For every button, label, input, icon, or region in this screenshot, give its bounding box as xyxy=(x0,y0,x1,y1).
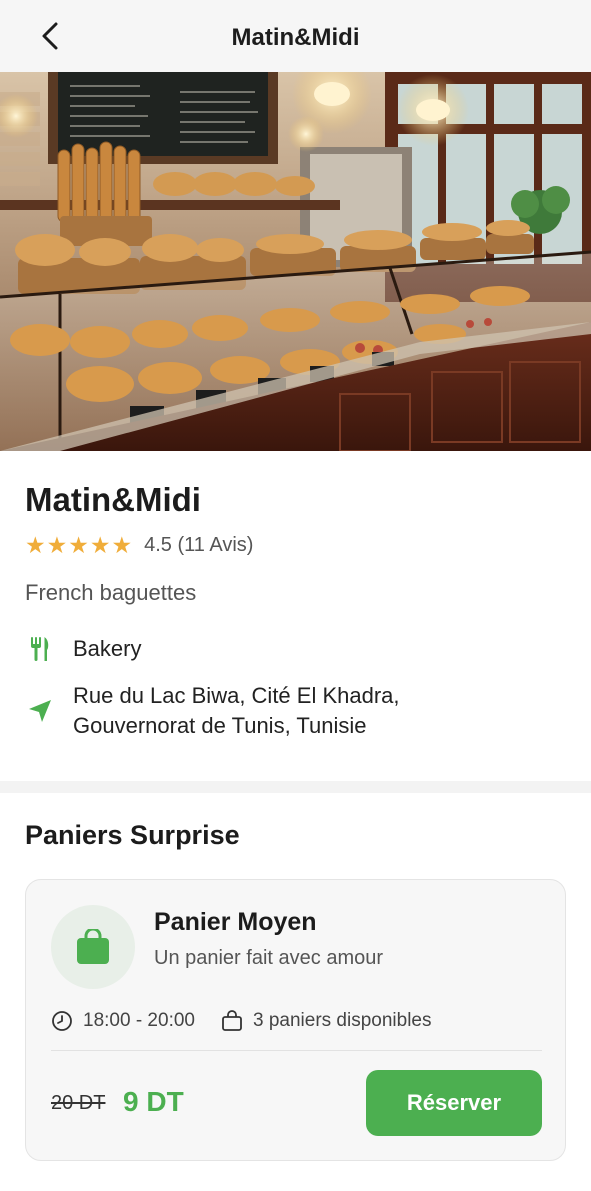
store-address: Rue du Lac Biwa, Cité El Khadra, Gouvern… xyxy=(73,681,400,741)
store-info: Matin&Midi ★ ★ ★ ★ ★ 4.5 (11 Avis) Frenc… xyxy=(0,451,591,781)
offer-meta: 18:00 - 20:00 3 paniers disponibles xyxy=(51,1008,432,1034)
address-line-1: Rue du Lac Biwa, Cité El Khadra, xyxy=(73,683,400,708)
section-title: Paniers Surprise xyxy=(25,820,240,850)
address-row[interactable]: Rue du Lac Biwa, Cité El Khadra, Gouvern… xyxy=(25,681,400,741)
star-rating: ★ ★ ★ ★ ★ xyxy=(25,533,132,557)
category-row: Bakery xyxy=(25,634,141,664)
location-arrow-icon xyxy=(29,700,51,722)
availability: 3 paniers disponibles xyxy=(221,1010,432,1032)
new-price: 9 DT xyxy=(123,1086,184,1117)
clock-icon xyxy=(52,1011,72,1031)
top-bar: Matin&Midi xyxy=(0,0,591,72)
section-divider xyxy=(0,781,591,793)
old-price: 20 DT xyxy=(51,1092,106,1114)
star-icon: ★ xyxy=(68,532,89,558)
card-divider xyxy=(51,1050,542,1051)
store-description: French baguettes xyxy=(25,580,197,605)
shopping-bag-icon xyxy=(77,929,109,964)
rating-text[interactable]: 4.5 (11 Avis) xyxy=(144,534,253,557)
offer-subtitle: Un panier fait avec amour xyxy=(154,947,384,969)
offer-card[interactable]: Panier Moyen Un panier fait avec amour 1… xyxy=(25,879,566,1161)
reserve-button[interactable]: Réserver xyxy=(366,1070,542,1136)
star-icon: ★ xyxy=(89,532,111,558)
offer-title: Panier Moyen xyxy=(154,908,317,936)
store-category: Bakery xyxy=(73,636,142,661)
star-icon: ★ xyxy=(46,532,68,558)
star-icon: ★ xyxy=(25,532,46,558)
utensils-icon xyxy=(31,637,49,661)
availability-text: 3 paniers disponibles xyxy=(252,1010,432,1031)
store-hero-image xyxy=(0,72,591,451)
pickup-time: 18:00 - 20:00 xyxy=(51,1010,195,1032)
bag-outline-icon xyxy=(222,1010,242,1031)
bag-avatar xyxy=(51,905,135,989)
pickup-time-text: 18:00 - 20:00 xyxy=(83,1010,195,1031)
star-icon: ★ xyxy=(111,532,133,558)
address-line-2: Gouvernorat de Tunis, Tunisie xyxy=(73,713,367,738)
rating-row: ★ ★ ★ ★ ★ 4.5 (11 Avis) xyxy=(25,533,253,557)
page-title: Matin&Midi xyxy=(231,24,360,51)
store-name: Matin&Midi xyxy=(25,481,201,518)
